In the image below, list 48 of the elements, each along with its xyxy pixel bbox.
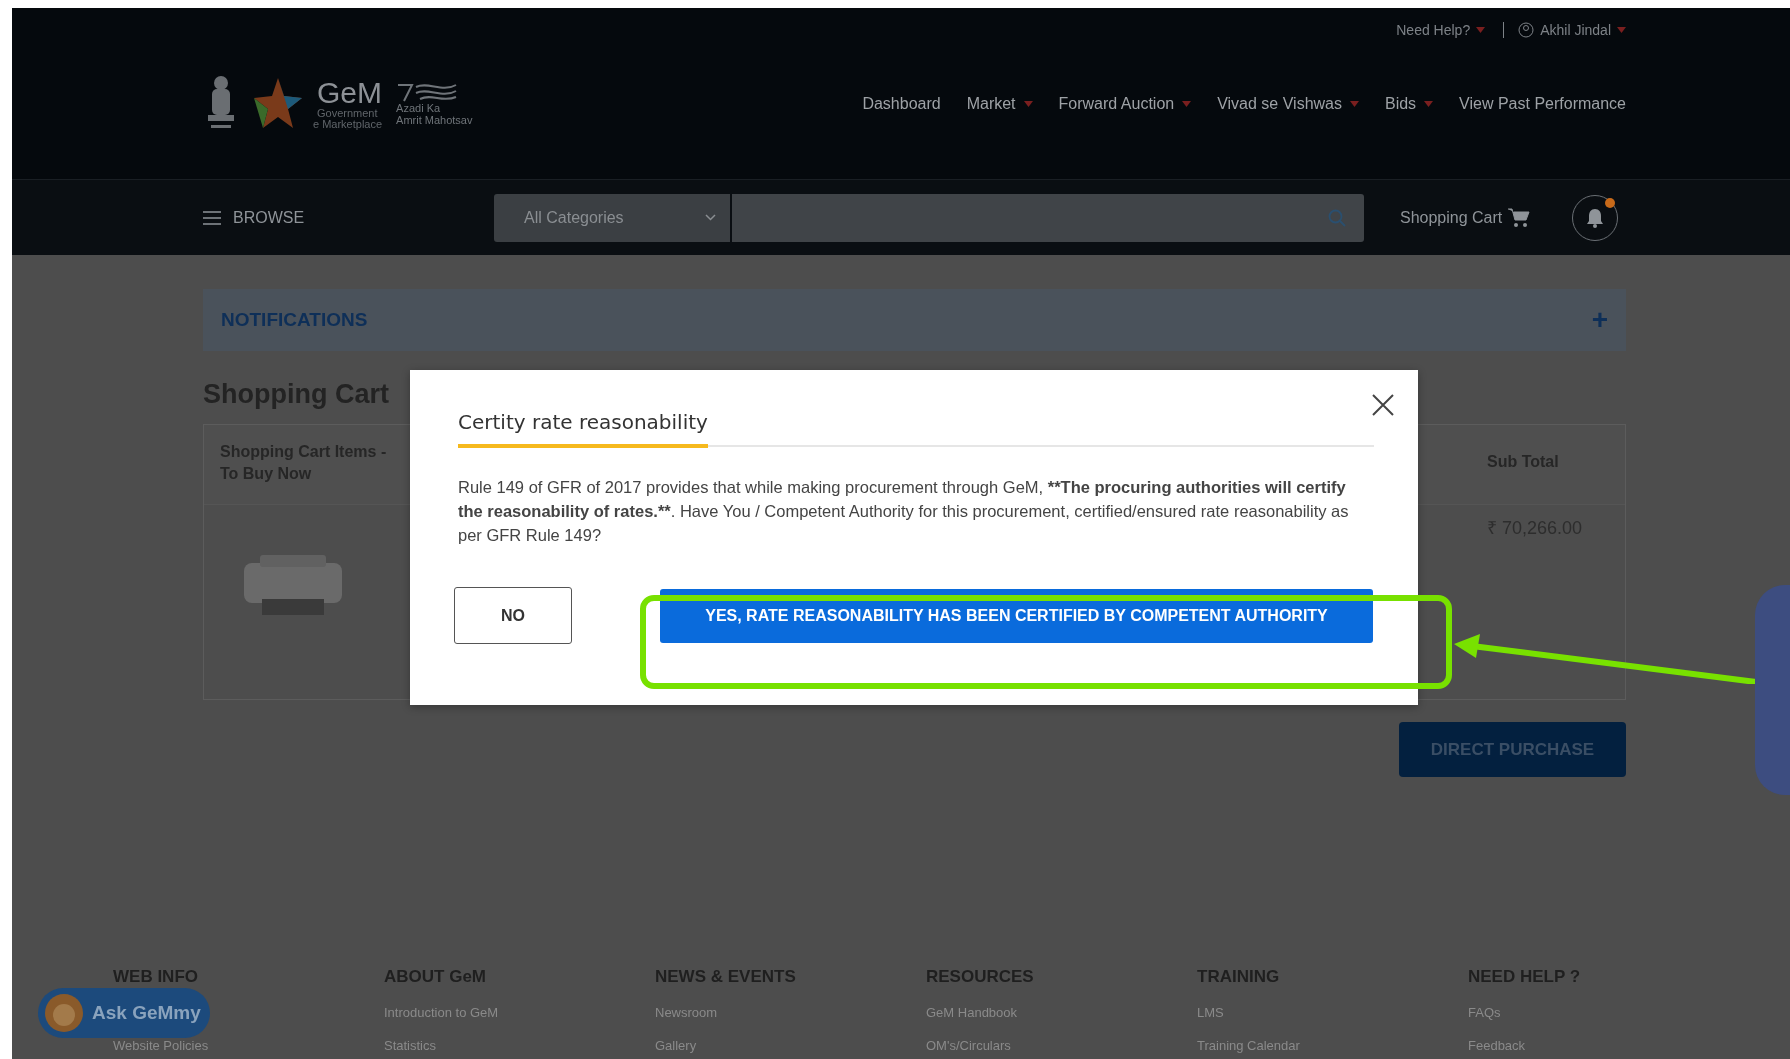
footer-link[interactable]: GeM Handbook <box>926 1005 1197 1020</box>
chat-assistant-button[interactable]: Ask GeMmy <box>38 988 210 1038</box>
menu-icon <box>203 210 221 225</box>
chevron-down-icon <box>705 214 716 221</box>
nav-link[interactable]: View Past Performance <box>1459 95 1626 113</box>
shopping-cart-link[interactable]: Shopping Cart <box>1400 207 1531 228</box>
bell-icon <box>1586 207 1604 228</box>
notification-bell-button[interactable] <box>1572 194 1618 241</box>
browse-button[interactable]: BROWSE <box>203 208 494 227</box>
caret-icon <box>1476 27 1486 33</box>
footer-link[interactable]: LMS <box>1197 1005 1468 1020</box>
logo-word: Amrit <box>396 115 422 127</box>
nav-link[interactable]: Forward Auction <box>1058 95 1192 113</box>
nav-link[interactable]: Bids <box>1385 95 1434 113</box>
help-menu[interactable]: Need Help? <box>1396 22 1486 38</box>
nav-link[interactable]: Vivad se Vishwas <box>1217 95 1359 113</box>
footer-link[interactable]: Newsroom <box>655 1005 926 1020</box>
footer-link[interactable]: FAQs <box>1468 1005 1739 1020</box>
nav-link[interactable]: Market <box>966 95 1033 113</box>
cart-icon <box>1508 207 1531 228</box>
dialog-title: Certity rate reasonability <box>458 410 708 448</box>
footer-link[interactable]: Statistics <box>384 1038 655 1053</box>
category-select[interactable]: All Categories <box>494 193 730 242</box>
search-field[interactable] <box>730 193 1364 242</box>
nav-link[interactable]: Dashboard <box>862 95 941 113</box>
logo-word: Ka <box>426 103 441 115</box>
logo-word: Mahotsav <box>424 115 473 127</box>
caret-icon <box>1617 27 1626 33</box>
footer-link[interactable]: Feedback <box>1468 1038 1739 1053</box>
footer-link[interactable]: Gallery <box>655 1038 926 1053</box>
footer-link[interactable]: Training Calendar <box>1197 1038 1468 1053</box>
search-icon <box>1328 208 1346 227</box>
close-button[interactable] <box>1370 392 1396 418</box>
logo-subtitle: e Marketplace <box>313 119 383 130</box>
notifications-title: NOTIFICATIONS <box>221 309 368 331</box>
logo-title: GeM <box>317 78 383 108</box>
decline-button[interactable]: NO <box>454 587 572 644</box>
user-icon <box>1518 22 1535 38</box>
logo-subtitle: Government <box>317 108 379 119</box>
footer-link[interactable]: Introduction to GeM <box>384 1005 655 1020</box>
footer-link[interactable]: Website Policies <box>113 1038 384 1053</box>
close-icon <box>1370 392 1396 418</box>
footer-link[interactable]: OM's/Circulars <box>926 1038 1197 1053</box>
avatar-icon <box>44 993 84 1033</box>
user-menu[interactable]: Akhil Jindal <box>1503 22 1626 38</box>
logo-word: Azadi <box>396 103 424 115</box>
expand-button[interactable]: + <box>1591 304 1608 336</box>
dialog-message: Rule 149 of GFR of 2017 provides that while making procurement through GeM, **The procuring authorities will certify the reasonability of rates.**. Have You / Competent Authority for this procurement, certified/ensured rate reasonability as per GFR Rule 149? <box>458 477 1350 546</box>
